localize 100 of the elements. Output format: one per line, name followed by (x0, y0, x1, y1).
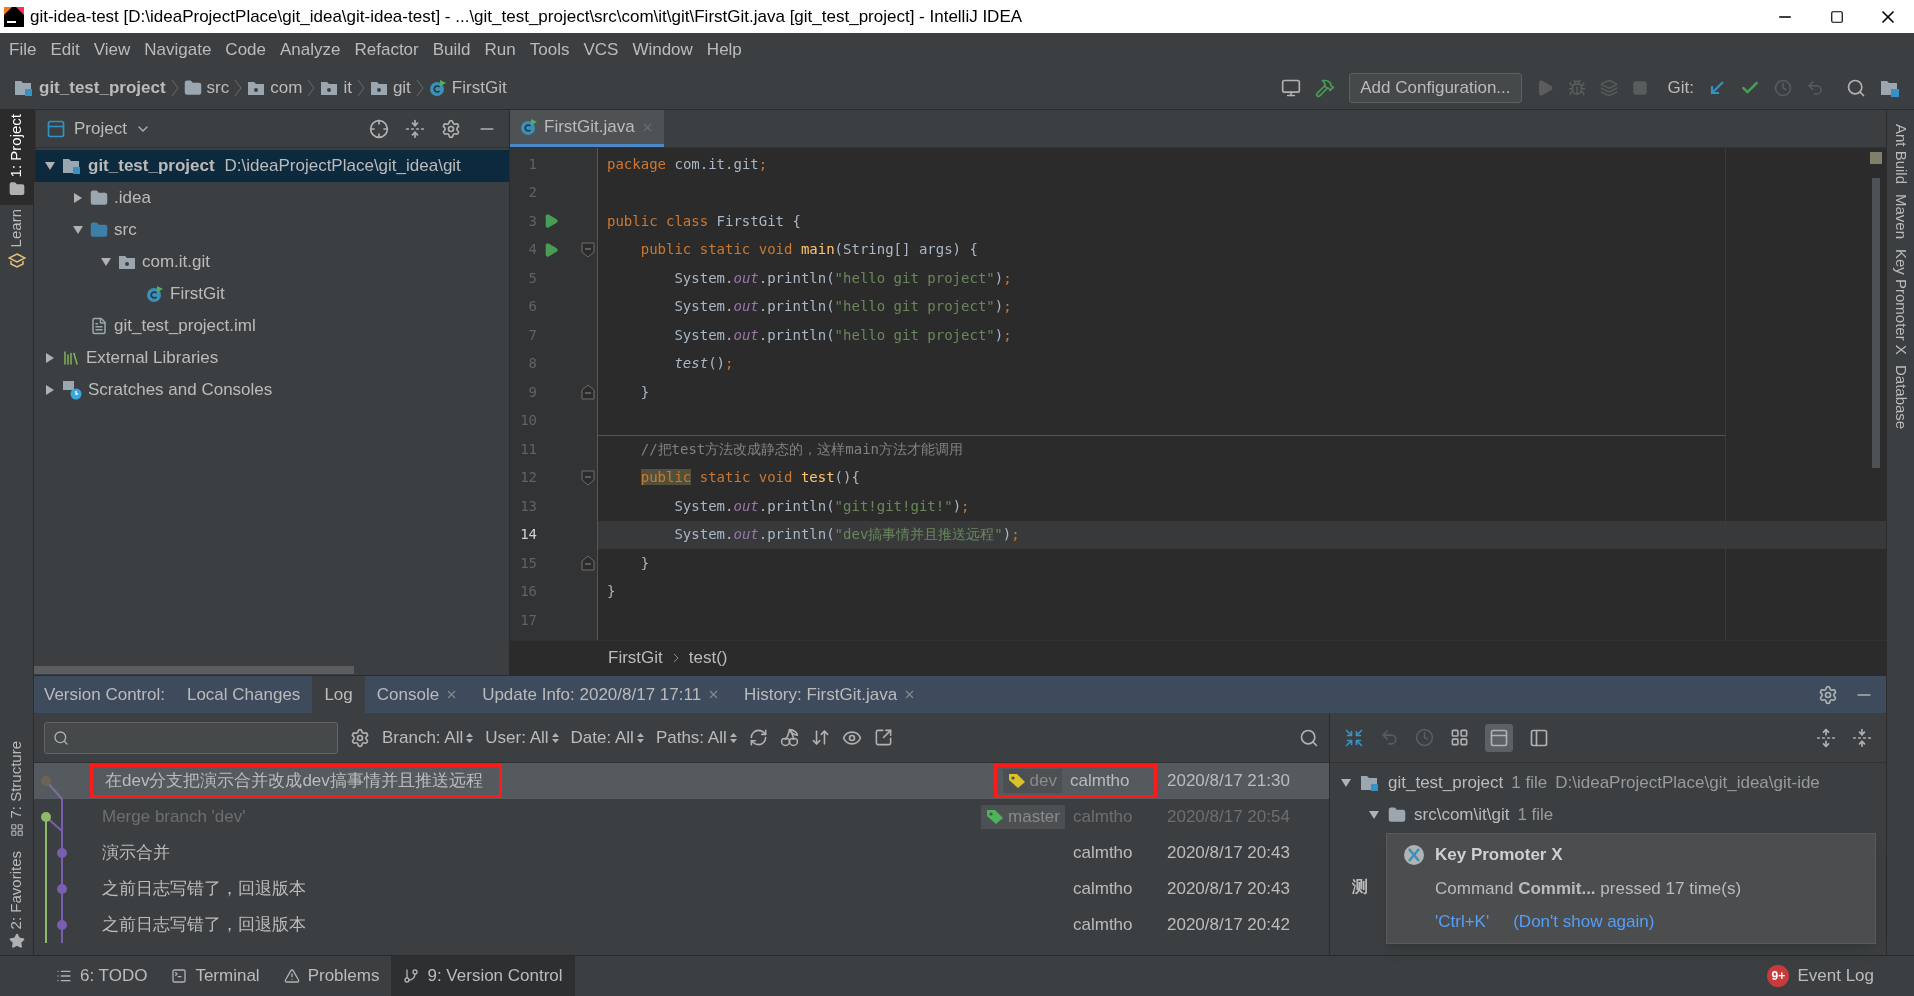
structure-icon (9, 822, 24, 837)
menu-item[interactable]: Build (425, 36, 478, 63)
collapse-all-icon[interactable] (405, 118, 425, 139)
chevron-icon (307, 77, 316, 98)
filter-dropdown[interactable]: User: All (485, 724, 559, 751)
tool-window-tab[interactable]: 7: Structure (0, 737, 36, 823)
panel-tab[interactable]: Update Info: 2020/8/17 17:11 (470, 676, 733, 713)
breadcrumb-item[interactable]: git (392, 74, 411, 101)
run-icon[interactable] (543, 213, 559, 230)
panel-tab[interactable]: History: FirstGit.java (732, 676, 929, 713)
breadcrumb-item[interactable]: it (343, 74, 352, 101)
menu-item[interactable]: View (86, 36, 138, 63)
notification-link[interactable]: (Don't show again) (1513, 909, 1655, 935)
tree-item[interactable]: git_test_project 1 file D:\ideaProjectPlace\git_idea\git-ide (1330, 767, 1886, 799)
breadcrumb-item[interactable]: com (270, 74, 303, 101)
breadcrumb-item[interactable]: test() (688, 645, 728, 671)
menu-item[interactable]: Refactor (347, 36, 426, 63)
build-icon[interactable] (1315, 77, 1336, 98)
expanded-arrow-icon[interactable] (44, 160, 56, 172)
restore-icon[interactable] (1830, 9, 1844, 24)
locate-icon[interactable] (369, 118, 389, 139)
tree-item[interactable]: Scratches and Consoles (34, 374, 509, 406)
filter-dropdown[interactable]: Branch: All (382, 724, 474, 751)
code-line: package com.it.git; (607, 154, 768, 174)
menu-item[interactable]: Analyze (273, 36, 348, 63)
tool-window-tab[interactable]: 2: Favorites (0, 846, 36, 933)
expand-all-icon[interactable] (1816, 727, 1836, 748)
notification-link[interactable]: 'Ctrl+K' (1435, 909, 1490, 935)
expanded-arrow-icon[interactable] (1368, 809, 1380, 821)
tree-item[interactable]: .idea (34, 182, 509, 214)
tool-window-tab[interactable]: Maven (1885, 194, 1914, 240)
package-folder-icon (118, 254, 136, 270)
settings-icon[interactable] (1818, 684, 1838, 705)
tool-window-tab[interactable]: Database (1885, 364, 1914, 430)
expanded-arrow-icon[interactable] (100, 256, 112, 268)
tree-item[interactable]: com.it.git (34, 246, 509, 278)
menu-item[interactable]: Window (625, 36, 700, 63)
refresh-icon[interactable] (748, 728, 768, 747)
panel-title[interactable]: Project (74, 115, 127, 142)
tree-item[interactable]: FirstGit (34, 278, 509, 310)
branch-label: dev (1002, 769, 1062, 793)
update-arrow-icon[interactable] (1708, 78, 1726, 97)
tool-window-tab[interactable]: Key Promoter X (1885, 249, 1914, 355)
scrollbar[interactable] (1872, 178, 1880, 468)
breadcrumb-item[interactable]: git_test_project (39, 74, 166, 101)
collapse-all-icon[interactable] (1852, 727, 1872, 748)
event-log-button[interactable]: Event Log (1797, 963, 1874, 989)
open-external-icon[interactable] (873, 728, 893, 747)
search-icon[interactable] (1299, 727, 1319, 748)
panel-tab[interactable]: Console (364, 676, 471, 713)
layout-icon[interactable] (1529, 727, 1549, 748)
menu-item[interactable]: Run (477, 36, 523, 63)
scrollbar[interactable] (34, 666, 354, 674)
panel-tab[interactable]: Local Changes (174, 676, 313, 713)
tree-item[interactable]: src (34, 214, 509, 246)
expanded-arrow-icon[interactable] (72, 224, 84, 236)
search-field[interactable] (44, 721, 338, 754)
menu-item[interactable]: Code (218, 36, 273, 63)
panel-tab[interactable]: Log (312, 676, 365, 713)
sort-icon[interactable] (810, 728, 830, 747)
breadcrumb-item[interactable]: FirstGit (608, 645, 663, 671)
chevron-icon (672, 652, 679, 664)
collapsed-arrow-icon[interactable] (44, 352, 56, 364)
settings-icon[interactable] (441, 118, 461, 139)
collapse-arrows-icon[interactable] (1344, 727, 1364, 748)
menu-item[interactable]: Navigate (137, 36, 219, 63)
toggle-button[interactable] (1485, 723, 1513, 752)
star-icon (8, 933, 25, 949)
tool-window-tab[interactable]: Learn (0, 205, 36, 252)
menu-item[interactable]: Edit (43, 36, 87, 63)
tool-window-button[interactable]: 9: Version Control (391, 956, 575, 996)
monitor-icon[interactable] (1281, 77, 1302, 98)
tool-window-button[interactable]: 6: TODO (44, 956, 160, 996)
menu-item[interactable]: File (2, 36, 44, 63)
search-icon[interactable] (1846, 77, 1866, 98)
breadcrumb-item[interactable]: FirstGit (451, 74, 507, 101)
tool-window-button[interactable]: Problems (271, 956, 392, 996)
settings-icon[interactable] (350, 727, 370, 748)
tree-item[interactable]: git_test_project D:\ideaProjectPlace\git_idea\git (34, 150, 509, 182)
collapsed-arrow-icon[interactable] (72, 192, 84, 204)
tool-window-tab[interactable]: Ant Build (1885, 124, 1914, 185)
tree-item[interactable]: git_test_project.iml (34, 310, 509, 342)
expanded-arrow-icon[interactable] (1340, 777, 1352, 789)
tree-item[interactable]: External Libraries (34, 342, 509, 374)
menu-item[interactable]: Tools (522, 36, 577, 63)
add-configuration-button[interactable]: Add Configuration... (1349, 72, 1522, 103)
run-icon[interactable] (543, 241, 559, 258)
filter-dropdown[interactable]: Paths: All (655, 724, 737, 751)
breadcrumb-item[interactable]: src (206, 74, 230, 101)
menu-item[interactable]: VCS (576, 36, 626, 63)
collapsed-arrow-icon[interactable] (44, 384, 56, 396)
commit-row[interactable]: 在dev分支把演示合并改成dev搞事情并且推送远程 dev calmtho 2020/8/17 21:30 (34, 763, 1329, 799)
filter-dropdown[interactable]: Date: All (570, 724, 644, 751)
cherry-icon[interactable] (779, 728, 799, 747)
group-by-icon[interactable] (1450, 728, 1469, 747)
menu-item[interactable]: Help (699, 36, 749, 63)
editor-tab[interactable]: FirstGit.java (510, 110, 664, 147)
tool-window-button[interactable]: Terminal (159, 956, 272, 996)
tree-item[interactable]: src\com\it\git 1 file (1330, 799, 1886, 831)
window-title: git-idea-test [D:\ideaProjectPlace\git_idea\git-idea-test] - ...\git_test_project\src\com\it\git\FirstGit.java [git_test_project] - IntelliJ IDEA (30, 5, 1023, 28)
